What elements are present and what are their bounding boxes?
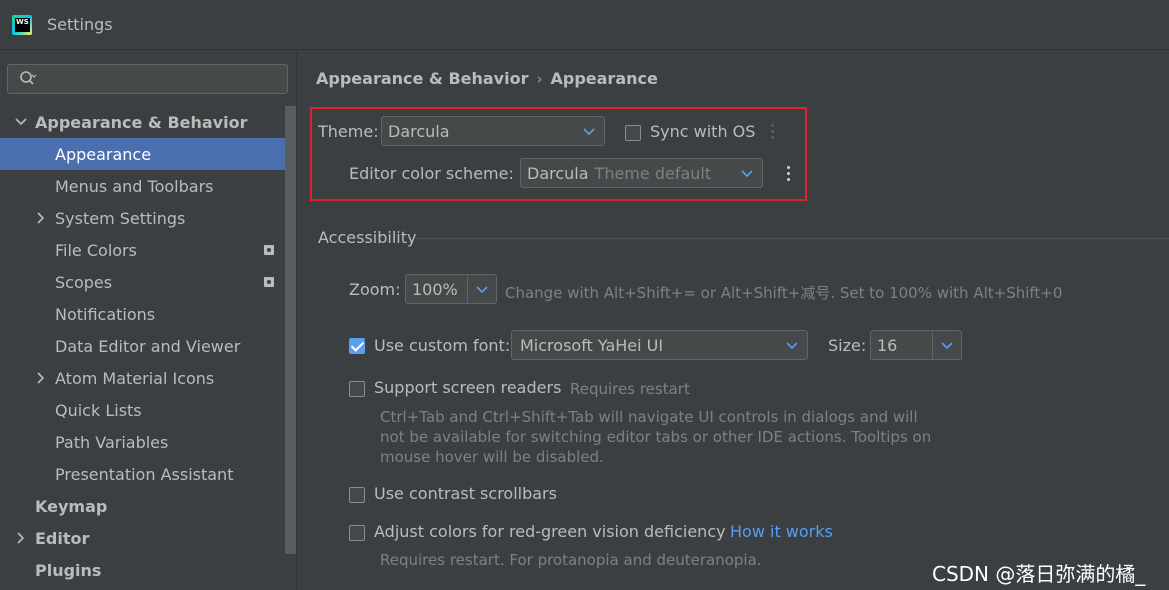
editor-scheme-label: Editor color scheme: — [349, 164, 514, 183]
screen-readers-hint: Requires restart — [570, 380, 690, 398]
tree-item-menus-toolbars[interactable]: Menus and Toolbars — [0, 170, 296, 202]
colorblind-label: Adjust colors for red-green vision defic… — [374, 522, 726, 541]
project-level-icon — [264, 245, 274, 255]
font-size-select[interactable]: 16 — [870, 330, 962, 360]
tree-item-label: Keymap — [35, 496, 108, 516]
editor-scheme-hint: Theme default — [594, 163, 712, 183]
chevron-down-icon — [741, 170, 753, 178]
zoom-value: 100% — [412, 279, 458, 299]
font-select[interactable]: Microsoft YaHei UI — [511, 330, 808, 360]
theme-label: Theme: — [318, 122, 379, 141]
contrast-scrollbars-checkbox[interactable] — [349, 487, 365, 503]
tree-item-file-colors[interactable]: File Colors — [0, 234, 296, 266]
more-options-icon[interactable] — [787, 166, 791, 182]
font-value: Microsoft YaHei UI — [520, 335, 664, 355]
screen-readers-checkbox[interactable] — [349, 381, 365, 397]
project-level-icon — [264, 277, 274, 287]
chevron-right-icon[interactable] — [14, 531, 28, 545]
chevron-right-icon[interactable] — [34, 211, 48, 225]
tree-item-label: Appearance — [55, 144, 152, 164]
tree-item-label: Presentation Assistant — [55, 464, 234, 484]
accessibility-title: Accessibility — [318, 228, 417, 247]
font-size-dropdown-button[interactable] — [932, 331, 961, 359]
sidebar-scrollbar[interactable] — [285, 106, 296, 554]
tree-item-editor[interactable]: Editor — [0, 522, 296, 554]
chevron-down-icon[interactable] — [14, 115, 28, 129]
sync-os-checkbox[interactable] — [625, 125, 641, 141]
tree-item-data-editor-viewer[interactable]: Data Editor and Viewer — [0, 330, 296, 362]
theme-value: Darcula — [388, 121, 450, 141]
title-bar: Settings — [0, 0, 1169, 50]
settings-content: Appearance & Behavior › Appearance Theme… — [298, 51, 1169, 590]
tree-item-label: Path Variables — [55, 432, 169, 452]
tree-item-scopes[interactable]: Scopes — [0, 266, 296, 298]
tree-item-presentation-assistant[interactable]: Presentation Assistant — [0, 458, 296, 490]
chevron-right-icon[interactable] — [34, 371, 48, 385]
webstorm-logo-icon — [12, 15, 32, 35]
more-options-icon[interactable] — [771, 124, 775, 140]
section-divider — [416, 238, 1169, 239]
chevron-down-icon — [476, 286, 488, 294]
contrast-scrollbars-label: Use contrast scrollbars — [374, 484, 557, 503]
editor-scheme-select[interactable]: Darcula Theme default — [520, 158, 763, 188]
tree-item-label: Notifications — [55, 304, 156, 324]
zoom-hint: Change with Alt+Shift+= or Alt+Shift+减号.… — [505, 284, 1063, 302]
font-size-label: Size: — [828, 336, 867, 355]
search-box[interactable] — [7, 64, 288, 94]
tree-item-atom-material-icons[interactable]: Atom Material Icons — [0, 362, 296, 394]
colorblind-description: Requires restart. For protanopia and deu… — [380, 551, 762, 569]
editor-scheme-value: Darcula — [527, 163, 589, 183]
theme-select[interactable]: Darcula — [381, 116, 605, 146]
chevron-down-icon — [786, 342, 798, 350]
font-size-value: 16 — [877, 335, 898, 355]
breadcrumb-current: Appearance — [550, 69, 658, 88]
window-title: Settings — [47, 15, 113, 34]
screen-readers-description: Ctrl+Tab and Ctrl+Shift+Tab will navigat… — [380, 408, 932, 466]
watermark: CSDN @落日弥满的橘_ — [932, 562, 1146, 586]
tree-item-label: File Colors — [55, 240, 137, 260]
colorblind-checkbox[interactable] — [349, 525, 365, 541]
tree-item-appearance-behavior[interactable]: Appearance & Behavior — [0, 106, 296, 138]
tree-item-plugins[interactable]: Plugins — [0, 554, 296, 586]
how-it-works-link[interactable]: How it works — [730, 522, 833, 541]
tree-item-label: Editor — [35, 528, 90, 548]
tree-item-label: Data Editor and Viewer — [55, 336, 241, 356]
custom-font-label: Use custom font: — [374, 336, 511, 355]
tree-item-system-settings[interactable]: System Settings — [0, 202, 296, 234]
tree-item-label: System Settings — [55, 208, 186, 228]
search-input[interactable] — [44, 68, 274, 90]
zoom-dropdown-button[interactable] — [467, 275, 496, 303]
sync-os-label: Sync with OS — [650, 122, 756, 141]
tree-item-keymap[interactable]: Keymap — [0, 490, 296, 522]
search-icon — [20, 71, 37, 85]
chevron-down-icon — [941, 342, 953, 350]
tree-item-appearance[interactable]: Appearance — [0, 138, 296, 170]
tree-item-quick-lists[interactable]: Quick Lists — [0, 394, 296, 426]
settings-sidebar: Appearance & Behavior Appearance Menus a… — [0, 51, 297, 590]
breadcrumb-separator: › — [536, 69, 543, 88]
screen-readers-label: Support screen readers — [374, 378, 562, 397]
tree-item-label: Plugins — [35, 560, 102, 580]
tree-item-label: Quick Lists — [55, 400, 142, 420]
zoom-select[interactable]: 100% — [405, 274, 497, 304]
tree-item-label: Scopes — [55, 272, 113, 292]
chevron-down-icon — [583, 128, 595, 136]
tree-item-label: Menus and Toolbars — [55, 176, 214, 196]
breadcrumb-parent[interactable]: Appearance & Behavior — [316, 69, 528, 88]
tree-item-label: Appearance & Behavior — [35, 112, 248, 132]
tree-item-notifications[interactable]: Notifications — [0, 298, 296, 330]
tree-item-label: Atom Material Icons — [55, 368, 215, 388]
custom-font-checkbox[interactable] — [349, 338, 365, 354]
breadcrumb: Appearance & Behavior › Appearance — [316, 69, 658, 88]
zoom-label: Zoom: — [349, 280, 401, 299]
tree-item-path-variables[interactable]: Path Variables — [0, 426, 296, 458]
